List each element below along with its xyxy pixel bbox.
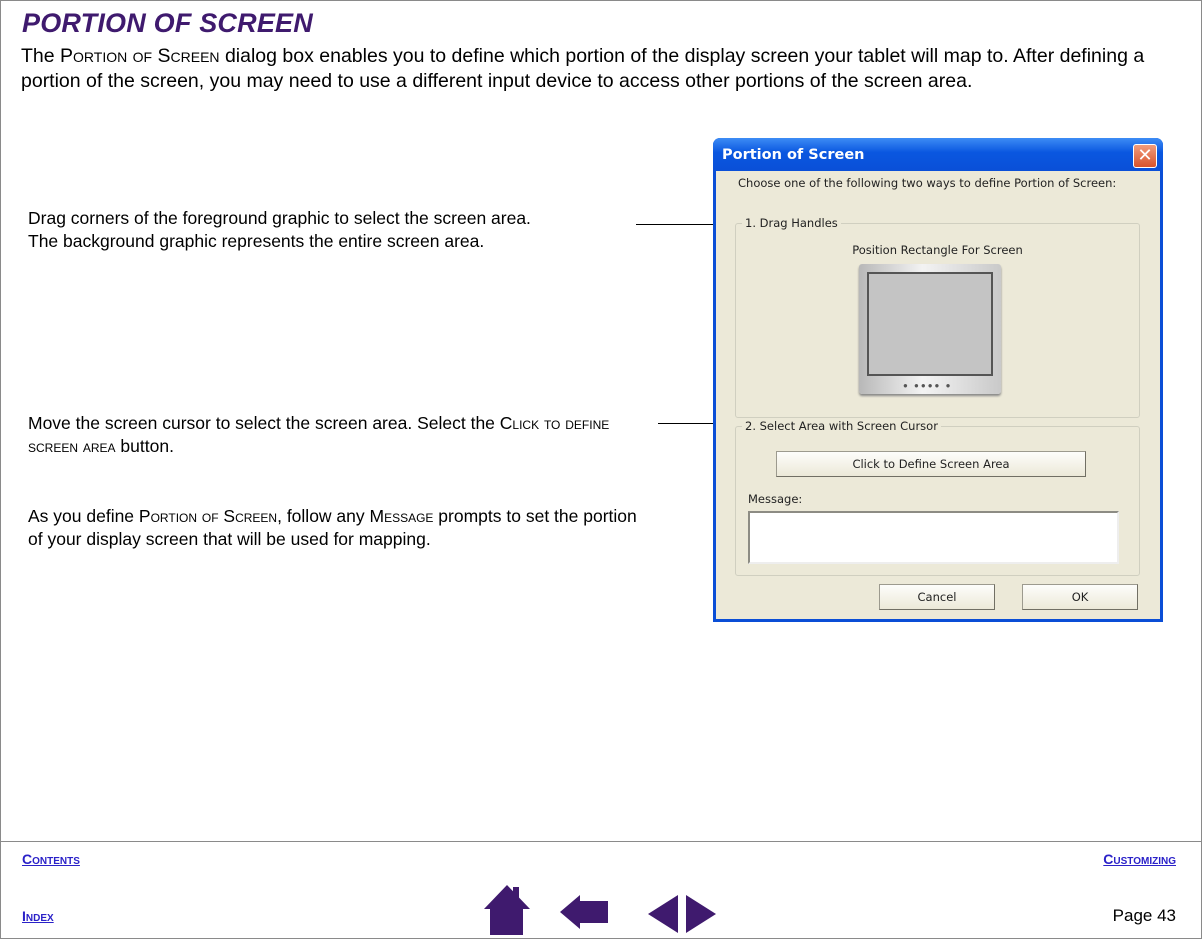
callout-message: As you define Portion of Screen, follow … [28,505,653,551]
message-field[interactable] [748,511,1119,564]
callout-term: Message [369,506,434,526]
group-screen-cursor: 2. Select Area with Screen Cursor Click … [735,419,1140,576]
ok-button[interactable]: OK [1022,584,1138,610]
portion-of-screen-dialog: Portion of Screen ✕ Choose one of the fo… [713,138,1163,622]
contents-link[interactable]: Contents [22,851,80,867]
message-label: Message: [748,492,803,506]
home-icon-shape [484,885,530,935]
screen-rectangle-handle[interactable] [867,272,993,376]
group-legend: 1. Drag Handles [742,216,841,230]
close-icon[interactable]: ✕ [1133,144,1157,168]
group-drag-handles: 1. Drag Handles Position Rectangle For S… [735,216,1140,418]
callout-text: As you define [28,506,139,526]
dialog-title: Portion of Screen [722,147,865,163]
callout-drag-handles: Drag corners of the foreground graphic t… [28,207,531,253]
dialog-titlebar: Portion of Screen ✕ [713,138,1163,174]
intro-paragraph: The Portion of Screen dialog box enables… [21,44,1191,94]
monitor-graphic[interactable]: ● ●●●● ● [859,264,1001,394]
monitor-label: Position Rectangle For Screen [852,243,1023,257]
home-icon[interactable] [484,885,530,935]
dialog-body: Choose one of the following two ways to … [716,171,1160,619]
callout-text: button. [115,436,174,456]
callout-screen-cursor: Move the screen cursor to select the scr… [28,412,653,458]
callout-term: Portion of Screen [138,506,278,526]
back-arrow-icon[interactable] [560,895,608,929]
previous-page-icon[interactable] [648,895,678,933]
callout-text: , follow any [277,506,370,526]
define-screen-area-button[interactable]: Click to Define Screen Area [776,451,1086,477]
callout-text: Move the screen cursor to select the scr… [28,413,500,433]
cancel-button[interactable]: Cancel [879,584,995,610]
customizing-link[interactable]: Customizing [1103,851,1176,867]
footer-divider [1,841,1201,842]
intro-term: Portion of Screen [60,45,220,67]
page-title: PORTION OF SCREEN [22,8,313,38]
callout-text: Drag corners of the foreground graphic t… [28,208,531,228]
index-link[interactable]: Index [22,908,54,924]
dialog-prompt: Choose one of the following two ways to … [738,176,1117,190]
next-page-icon[interactable] [686,895,716,933]
group-legend: 2. Select Area with Screen Cursor [742,419,941,433]
page-number: Page 43 [1112,906,1176,925]
callout-text: The background graphic represents the en… [28,231,485,251]
monitor-buttons-icon: ● ●●●● ● [903,381,953,390]
intro-text: The [21,45,61,67]
